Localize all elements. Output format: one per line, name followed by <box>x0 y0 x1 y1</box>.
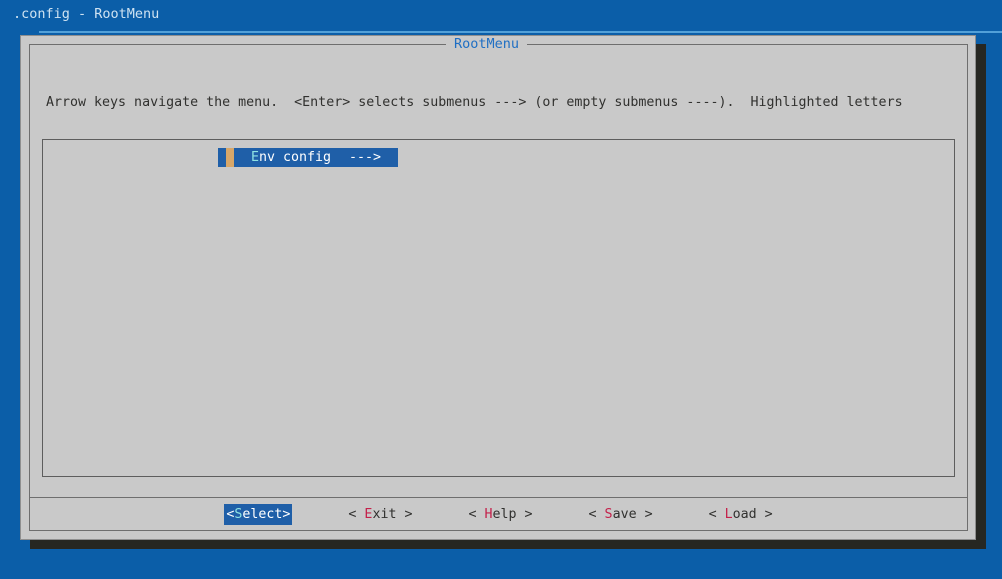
save-button-hotkey: S <box>604 506 613 522</box>
load-button-prefix: < <box>708 506 725 522</box>
help-button-suffix: elp > <box>492 506 533 522</box>
help-button-hotkey: H <box>484 506 493 522</box>
save-button-prefix: < <box>588 506 605 522</box>
help-line-1: Arrow keys navigate the menu. <Enter> se… <box>46 95 903 110</box>
submenu-arrow-icon: ---> <box>349 150 382 165</box>
exit-button[interactable]: < Exit > <box>348 504 412 525</box>
window-titlebar: .config - RootMenu <box>0 0 1002 30</box>
exit-button-suffix: xit > <box>372 506 413 522</box>
save-button[interactable]: < Save > <box>589 504 653 525</box>
exit-button-prefix: < <box>348 506 365 522</box>
menu-item-label: Env config <box>251 148 331 167</box>
load-button-suffix: oad > <box>732 506 773 522</box>
load-button-hotkey: L <box>724 506 733 522</box>
window-title: .config - RootMenu <box>13 6 160 22</box>
help-button[interactable]: < Help > <box>468 504 532 525</box>
menuconfig-dialog: RootMenu Arrow keys navigate the menu. <… <box>20 35 976 540</box>
menu-item-env-config[interactable]: Env config ---> <box>218 148 398 167</box>
menu-item-hotkey: E <box>251 150 260 165</box>
terminal-window: .config - RootMenu RootMenu Arrow keys n… <box>0 0 1002 579</box>
terminal-bottom-strip <box>0 549 1002 579</box>
dialog-frame-right-line <box>967 44 968 530</box>
menu-list-box: Env config ---> <box>42 139 955 477</box>
dialog-title: RootMenu <box>446 37 528 52</box>
menu-item-label-rest: nv config <box>259 150 332 165</box>
help-button-prefix: < <box>468 506 485 522</box>
titlebar-underline <box>39 31 1002 33</box>
select-button-suffix: elect> <box>242 506 291 522</box>
dialog-frame-bottom-line <box>29 530 968 531</box>
button-bar: <Select> < Exit > < Help > < Save > < Lo… <box>30 498 967 530</box>
cursor-block-icon <box>226 148 234 167</box>
save-button-suffix: ave > <box>612 506 653 522</box>
select-button[interactable]: <Select> <box>224 503 293 525</box>
dialog-frame-left-line <box>29 44 30 530</box>
load-button[interactable]: < Load > <box>709 504 773 525</box>
